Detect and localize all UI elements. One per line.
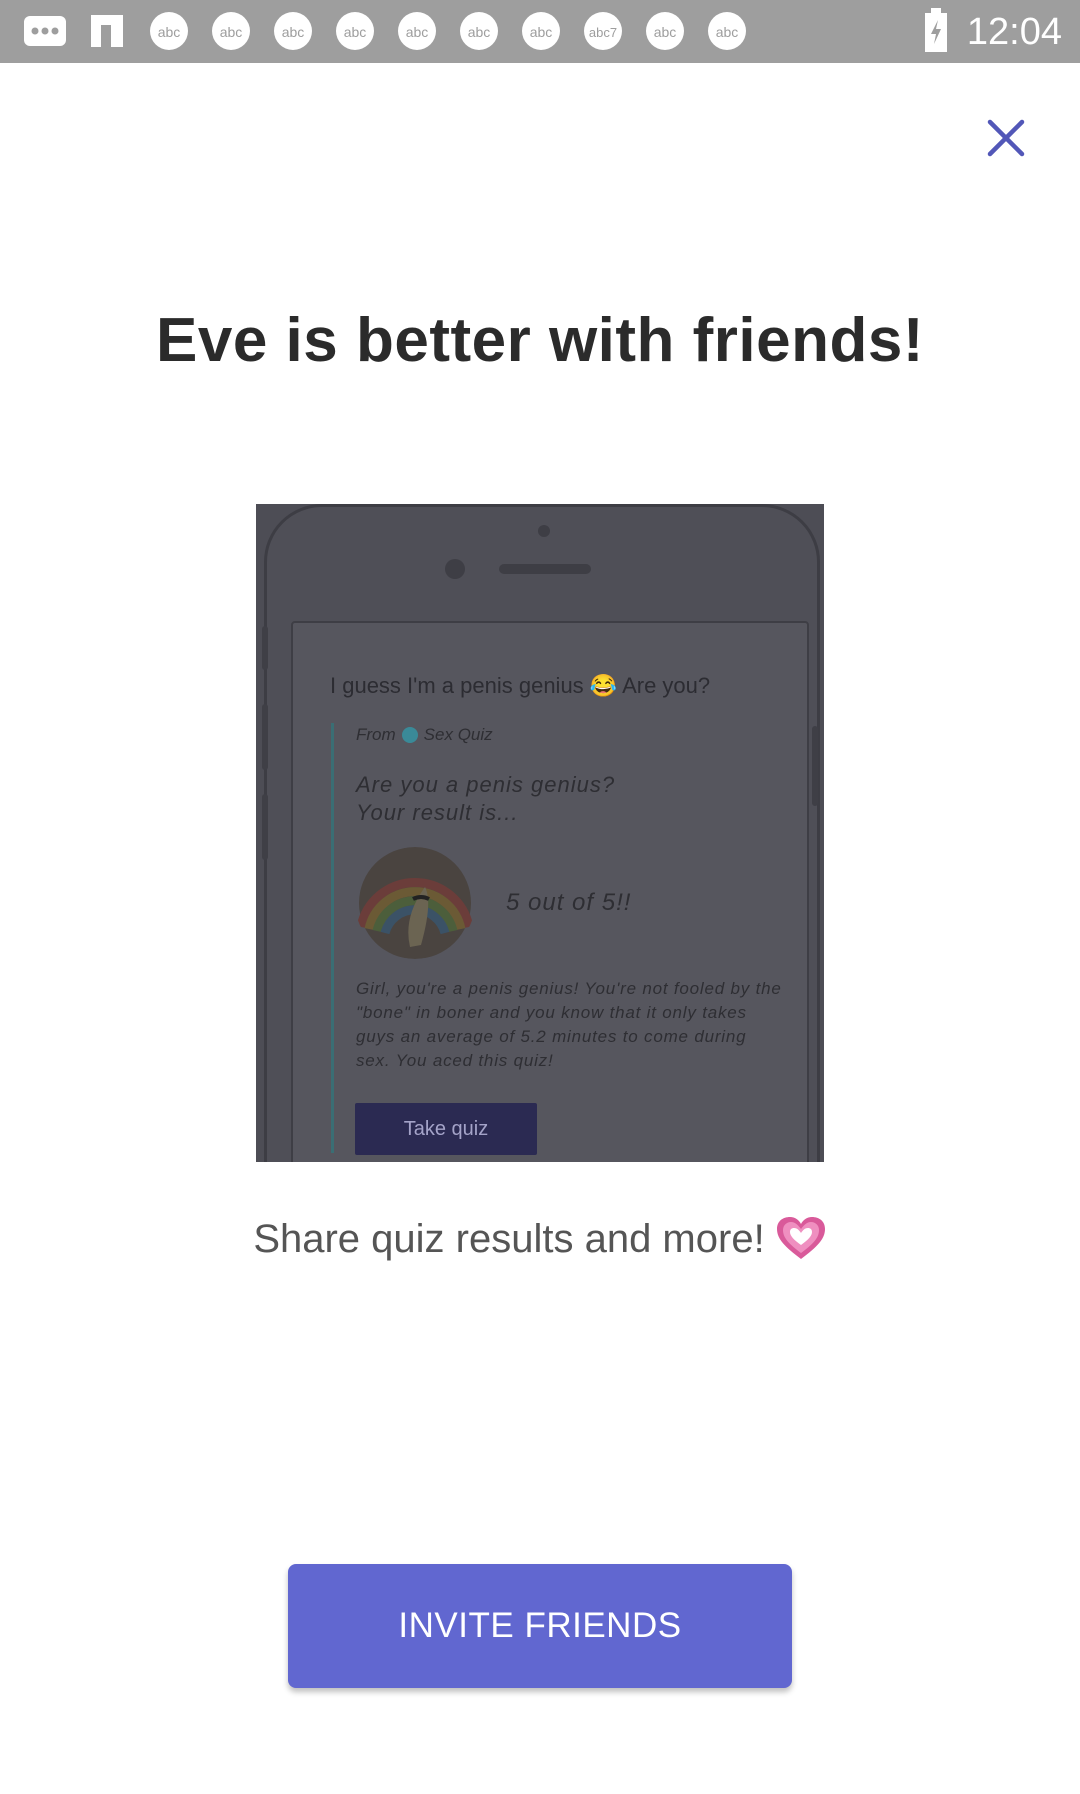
- abc-icon: abc: [456, 10, 502, 52]
- svg-text:abc: abc: [158, 24, 181, 40]
- source-dot-icon: [401, 727, 418, 743]
- svg-text:abc: abc: [282, 24, 305, 40]
- svg-text:abc: abc: [530, 24, 553, 40]
- abc-icon: abc: [704, 10, 750, 52]
- svg-text:abc: abc: [468, 24, 491, 40]
- abc-icon: abc: [270, 10, 316, 52]
- notification-icons: abc abc abc abc abc abc abc abc7 abc abc: [22, 10, 750, 52]
- heart-icon: [774, 1215, 827, 1263]
- abc7-icon: abc7: [580, 10, 626, 52]
- status-bar: abc abc abc abc abc abc abc abc7 abc abc…: [0, 0, 1080, 63]
- status-time: 12:04: [966, 11, 1062, 53]
- flipboard-icon: [84, 10, 130, 52]
- speaker-grille: [499, 564, 591, 574]
- quiz-share-preview-image: I guess I'm a penis genius 😂 Are you? Fr…: [256, 504, 824, 1162]
- more-icon: [22, 10, 68, 52]
- abc-icon: abc: [146, 10, 192, 52]
- close-button[interactable]: [976, 108, 1036, 168]
- share-source: From Sex Quiz: [356, 725, 493, 744]
- svg-text:abc: abc: [220, 24, 243, 40]
- take-quiz-button: Take quiz: [355, 1103, 537, 1155]
- page-title: Eve is better with friends!: [155, 306, 924, 375]
- phone-screen: I guess I'm a penis genius 😂 Are you? Fr…: [291, 621, 809, 1162]
- status-right: 12:04: [923, 8, 1062, 57]
- battery-icon: [923, 8, 949, 57]
- banana-rainbow-image: [355, 847, 475, 959]
- abc-icon: abc: [208, 10, 254, 52]
- abc-icon: abc: [332, 10, 378, 52]
- svg-text:abc: abc: [344, 24, 367, 40]
- abc-icon: abc: [642, 10, 688, 52]
- camera-icon: [445, 559, 465, 579]
- quiz-description: Girl, you're a penis genius! You're not …: [356, 979, 782, 1070]
- quiz-question: Are you a penis genius? Your result is..…: [356, 772, 616, 825]
- phone-frame: I guess I'm a penis genius 😂 Are you? Fr…: [264, 504, 820, 1162]
- abc-icon: abc: [394, 10, 440, 52]
- svg-text:abc7: abc7: [589, 25, 617, 40]
- quiz-result: 5 out of 5!!: [506, 889, 632, 916]
- close-icon: [987, 119, 1025, 157]
- share-subtitle: Share quiz results and more!: [0, 1215, 1080, 1263]
- svg-text:abc: abc: [716, 24, 739, 40]
- invite-friends-button[interactable]: INVITE FRIENDS: [288, 1564, 792, 1688]
- share-message: I guess I'm a penis genius 😂 Are you?: [330, 673, 711, 698]
- svg-text:abc: abc: [654, 24, 677, 40]
- abc-icon: abc: [518, 10, 564, 52]
- svg-text:abc: abc: [406, 24, 429, 40]
